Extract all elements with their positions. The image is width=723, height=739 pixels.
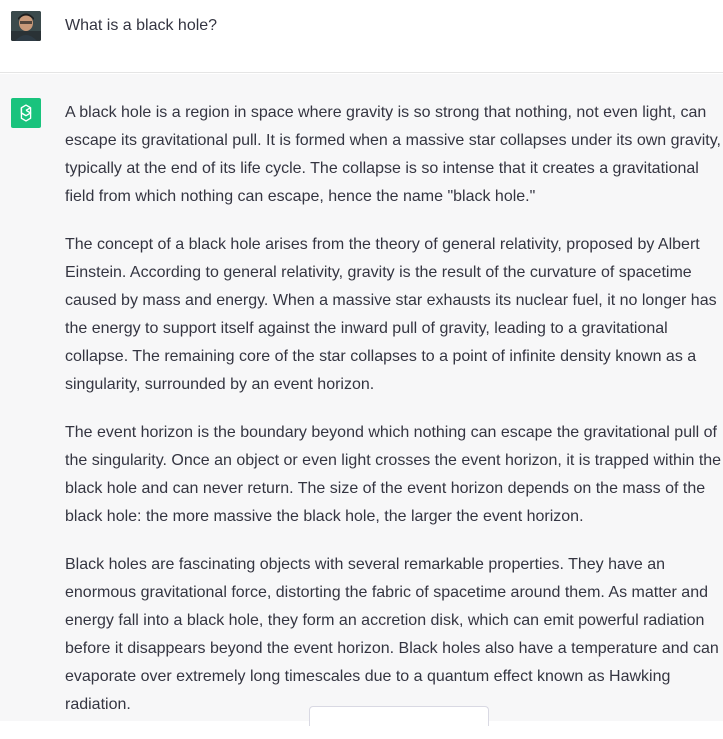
assistant-answer: A black hole is a region in space where …	[65, 99, 723, 739]
user-photo-icon	[11, 11, 41, 41]
user-avatar	[11, 11, 41, 41]
regenerate-button[interactable]	[309, 706, 489, 726]
answer-paragraph: The concept of a black hole arises from …	[65, 236, 717, 393]
user-message-text: What is a black hole?	[65, 17, 218, 34]
answer-paragraph: A black hole is a region in space where …	[65, 104, 721, 205]
assistant-message-row: A black hole is a region in space where …	[0, 74, 723, 726]
user-message-row: What is a black hole?	[0, 0, 723, 73]
answer-paragraph: Black holes are fascinating objects with…	[65, 556, 719, 713]
answer-paragraph: The event horizon is the boundary beyond…	[65, 424, 722, 525]
chatgpt-logo-icon	[11, 98, 41, 128]
